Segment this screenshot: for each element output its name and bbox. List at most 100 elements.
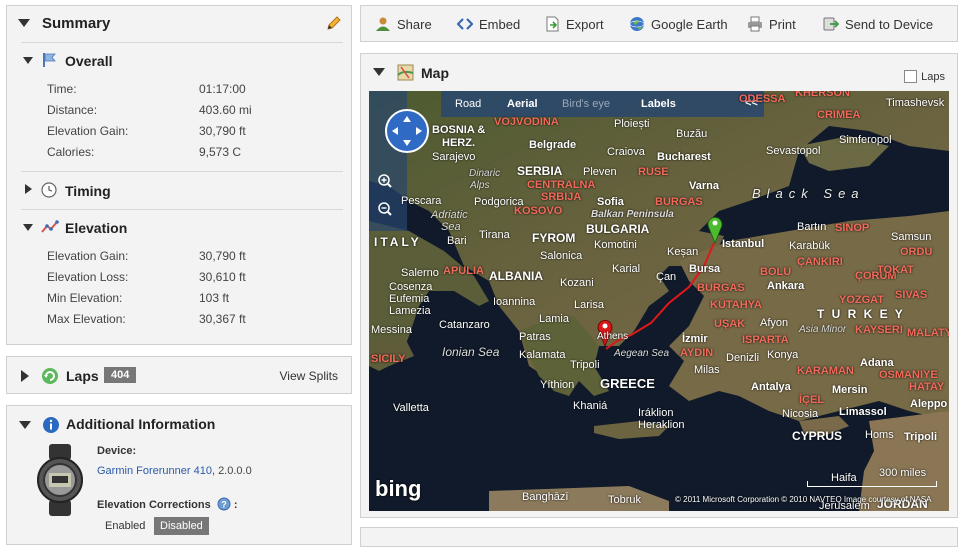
google-earth-label: Google Earth — [651, 17, 728, 32]
map-label: Konya — [767, 349, 799, 361]
map-label: Adriatic — [431, 209, 468, 221]
stat-label: Elevation Gain: — [47, 124, 129, 138]
map-label: Ploiești — [614, 118, 650, 130]
map-label: APULIA — [443, 265, 484, 277]
map-label: Kalamata — [519, 349, 566, 361]
divider — [21, 42, 343, 43]
map-label: ÇANKIRI — [797, 256, 843, 268]
map-label: Cosenza — [389, 281, 433, 293]
map-label: Podgorica — [474, 196, 524, 208]
map-label: Balkan Peninsula — [591, 209, 674, 220]
overall-collapse-toggle[interactable] — [23, 57, 33, 64]
export-button[interactable]: Export — [544, 16, 604, 32]
map-label: ORDU — [900, 246, 933, 258]
map-label: Pescara — [401, 195, 442, 207]
map-mode-birdseye[interactable]: Bird's eye — [562, 98, 610, 110]
elevation-title: Elevation — [65, 220, 128, 236]
map-label: Aegean Sea — [614, 348, 670, 359]
map-scale-bar — [807, 481, 937, 487]
map-label: Bucharest — [657, 151, 711, 163]
watch-device-image — [37, 444, 83, 516]
edit-pencil-icon[interactable] — [326, 16, 341, 31]
embed-button[interactable]: Embed — [457, 16, 520, 32]
laps-panel[interactable]: Laps 404 View Splits — [6, 356, 352, 394]
map-label: Komotini — [594, 239, 637, 251]
map-label: Heraklion — [638, 419, 685, 431]
map-label: Messina — [371, 324, 412, 336]
google-earth-button[interactable]: Google Earth — [629, 16, 728, 32]
send-to-device-button[interactable]: Send to Device — [823, 16, 933, 32]
map-label: Samsun — [891, 231, 932, 243]
map-label: KAYSERI — [855, 324, 903, 336]
laps-refresh-icon — [42, 368, 58, 384]
map-mode-road[interactable]: Road — [455, 98, 481, 110]
stat-label: Min Elevation: — [47, 291, 123, 305]
map-label: Bari — [447, 235, 467, 247]
enabled-option[interactable]: Enabled — [101, 517, 149, 535]
laps-checkbox[interactable] — [904, 70, 918, 83]
map-label: Tirana — [479, 229, 510, 241]
map-canvas[interactable]: Road Aerial Bird's eye Labels << ODESSA … — [369, 91, 949, 511]
map-label: Sarajevo — [432, 151, 476, 163]
map-label: SICILY — [371, 353, 406, 365]
map-collapse-toggle[interactable] — [373, 68, 385, 76]
map-label: Alps — [470, 180, 490, 191]
pan-control-icon[interactable] — [384, 108, 430, 154]
map-label: Varna — [689, 180, 719, 192]
map-label: Afyon — [760, 317, 789, 329]
summary-panel: Summary Overall Time: 01:17:00 Distance: 4… — [6, 5, 352, 345]
laps-toggle[interactable]: Laps — [904, 70, 945, 83]
zoom-out-icon[interactable] — [377, 201, 393, 217]
stat-value: 01:17:00 — [199, 82, 246, 96]
map-label: Iráklion — [638, 407, 674, 419]
map-label: KHERSON — [795, 91, 851, 99]
export-label: Export — [566, 17, 604, 32]
disabled-option[interactable]: Disabled — [154, 517, 209, 535]
share-button[interactable]: Share — [375, 16, 432, 32]
view-splits-link[interactable]: View Splits — [280, 369, 338, 383]
help-icon[interactable]: ? — [217, 497, 231, 511]
map-label: GREECE — [600, 376, 655, 391]
map-label: Salerno — [401, 267, 439, 279]
map-label: Eufemia — [389, 293, 430, 305]
summary-collapse-toggle[interactable] — [18, 19, 30, 27]
map-label: OSMANIYE — [879, 369, 938, 381]
stat-label: Elevation Loss: — [47, 270, 129, 284]
map-label: İzmir — [682, 333, 708, 345]
stat-row-time: Time: 01:17:00 — [47, 82, 246, 96]
map-label: Bursa — [689, 263, 721, 275]
map-label: Bartın — [797, 221, 827, 233]
timing-expand-toggle[interactable] — [25, 184, 32, 194]
stat-value: 9,573 C — [199, 145, 242, 159]
clock-icon — [41, 182, 57, 198]
map-label: UŞAK — [714, 318, 746, 330]
map-label: Aleppo — [910, 398, 948, 410]
map-label: Keșan — [667, 246, 699, 258]
map-label: BULGARIA — [586, 222, 650, 236]
map-label: SERBIA — [517, 164, 563, 178]
map-label: ALBANIA — [489, 269, 543, 283]
map-title: Map — [421, 65, 449, 81]
print-button[interactable]: Print — [747, 16, 796, 32]
zoom-in-icon[interactable] — [377, 173, 393, 189]
laps-expand-toggle[interactable] — [21, 370, 29, 382]
map-mode-labels[interactable]: Labels — [641, 98, 676, 110]
map-label: Milas — [694, 364, 720, 376]
embed-icon — [457, 18, 473, 30]
timing-title: Timing — [65, 183, 111, 199]
elevation-collapse-toggle[interactable] — [23, 224, 33, 231]
device-version: , 2.0.0.0 — [211, 465, 252, 477]
print-label: Print — [769, 17, 796, 32]
stat-label: Calories: — [47, 145, 95, 159]
map-label: BURGAS — [655, 196, 703, 208]
map-label: Asia Minor — [799, 324, 847, 335]
map-label: Sea — [441, 221, 461, 233]
printer-icon — [748, 16, 762, 32]
device-link[interactable]: Garmin Forerunner 410 — [97, 465, 212, 477]
stat-label: Time: — [47, 82, 77, 96]
map-mode-aerial[interactable]: Aerial — [507, 98, 538, 110]
device-info: Garmin Forerunner 410, 2.0.0.0 — [97, 465, 252, 477]
map-scale-label: 300 miles — [879, 467, 927, 479]
additional-info-collapse-toggle[interactable] — [19, 421, 31, 429]
stat-row-max-elevation: Max Elevation: 30,367 ft — [47, 312, 246, 326]
